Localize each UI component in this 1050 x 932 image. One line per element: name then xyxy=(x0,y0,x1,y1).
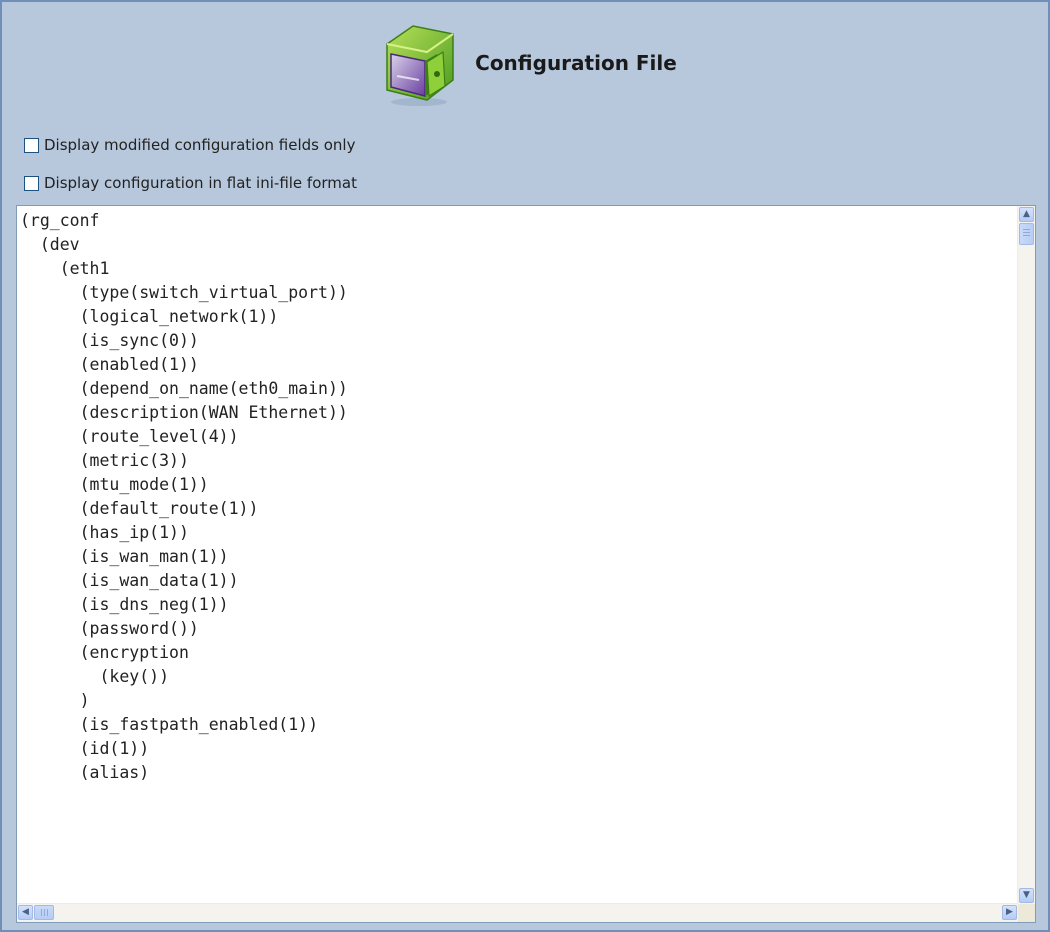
code-line: (description(WAN Ethernet)) xyxy=(20,403,348,422)
code-line: (has_ip(1)) xyxy=(20,523,189,542)
code-line: (is_fastpath_enabled(1)) xyxy=(20,715,319,734)
code-line: (id(1)) xyxy=(20,739,150,758)
scroll-right-arrow-icon[interactable]: ▶ xyxy=(1002,905,1017,920)
scrollbar-corner xyxy=(1018,904,1035,922)
flat-ini-format-checkbox[interactable] xyxy=(24,175,39,191)
scroll-up-arrow-icon[interactable]: ▲ xyxy=(1019,207,1034,222)
modified-fields-only-option[interactable]: Display modified configuration fields on… xyxy=(24,134,355,156)
modified-fields-only-label: Display modified configuration fields on… xyxy=(44,136,356,154)
horizontal-scrollbar[interactable]: ◀ ▶ xyxy=(17,903,1018,922)
code-line: (rg_conf xyxy=(20,211,100,230)
horizontal-scroll-thumb[interactable] xyxy=(34,905,54,920)
code-line: (metric(3)) xyxy=(20,451,189,470)
scroll-left-arrow-icon[interactable]: ◀ xyxy=(18,905,33,920)
safe-icon xyxy=(386,25,454,106)
flat-ini-format-option[interactable]: Display configuration in flat ini-file f… xyxy=(24,172,357,194)
code-line: (mtu_mode(1)) xyxy=(20,475,209,494)
code-line: (password()) xyxy=(20,619,199,638)
configuration-code: (rg_conf (dev (eth1 (type(switch_virtual… xyxy=(17,206,1017,904)
scroll-down-arrow-icon[interactable]: ▼ xyxy=(1019,888,1034,903)
code-line: (type(switch_virtual_port)) xyxy=(20,283,348,302)
page-title: Configuration File xyxy=(475,51,677,75)
configuration-text-area[interactable]: (rg_conf (dev (eth1 (type(switch_virtual… xyxy=(16,205,1036,923)
code-line: (eth1 xyxy=(20,259,110,278)
panel-header: Configuration File xyxy=(2,2,1048,122)
code-line: (is_sync(0)) xyxy=(20,331,199,350)
code-line: (depend_on_name(eth0_main)) xyxy=(20,379,348,398)
code-line: (is_wan_data(1)) xyxy=(20,571,239,590)
code-line: (enabled(1)) xyxy=(20,355,199,374)
code-line: (is_wan_man(1)) xyxy=(20,547,229,566)
code-line: (is_dns_neg(1)) xyxy=(20,595,229,614)
code-line: (default_route(1)) xyxy=(20,499,259,518)
modified-fields-only-checkbox[interactable] xyxy=(24,137,39,153)
code-line: (route_level(4)) xyxy=(20,427,239,446)
code-line: (alias) xyxy=(20,763,150,782)
code-line: (key()) xyxy=(20,667,170,686)
code-line: (logical_network(1)) xyxy=(20,307,279,326)
code-line: (encryption xyxy=(20,643,189,662)
vertical-scroll-thumb[interactable] xyxy=(1019,223,1034,245)
vertical-scrollbar[interactable]: ▲ ▼ xyxy=(1017,206,1035,904)
code-line: ) xyxy=(20,691,90,710)
code-line: (dev xyxy=(20,235,80,254)
configuration-file-panel: Configuration File Display modified conf… xyxy=(0,0,1050,932)
flat-ini-format-label: Display configuration in flat ini-file f… xyxy=(44,174,357,192)
